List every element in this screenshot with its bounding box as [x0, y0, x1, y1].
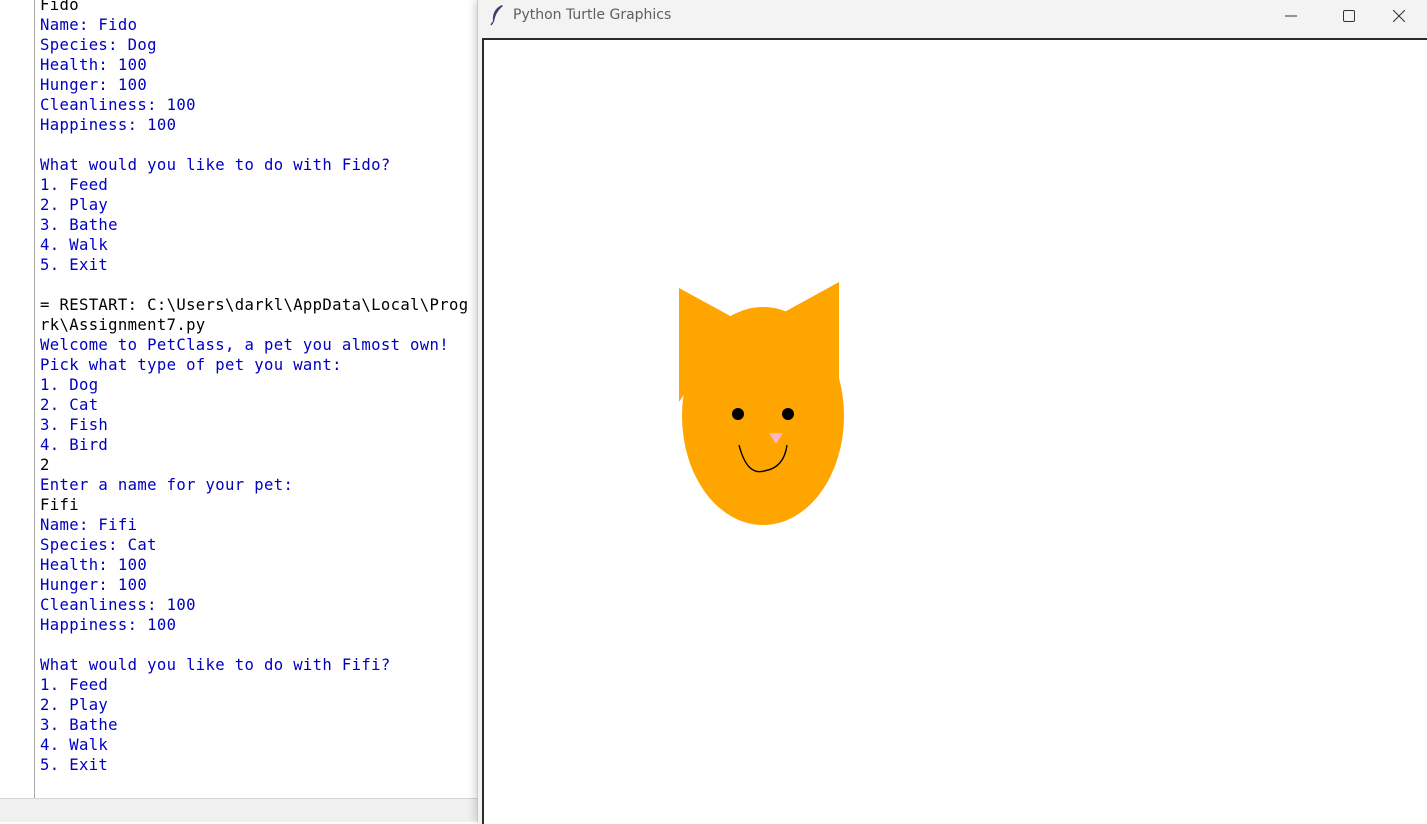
python-shell-window: Fido Name: Fido Species: Dog Health: 100 Hun…: [0, 0, 478, 822]
left-eye: [732, 408, 744, 420]
shell-line: 3. Bathe: [40, 716, 118, 734]
shell-line: Species: Cat: [40, 536, 157, 554]
shell-line: Cleanliness: 100: [40, 96, 196, 114]
shell-line: Happiness: 100: [40, 116, 177, 134]
close-button[interactable]: [1376, 0, 1422, 31]
shell-line: 2: [40, 456, 50, 474]
status-bar: [0, 798, 478, 822]
line-gutter: [0, 0, 35, 798]
shell-line: Hunger: 100: [40, 76, 148, 94]
shell-line: 1. Dog: [40, 376, 99, 394]
shell-line: 4. Bird: [40, 436, 109, 454]
shell-line: 4. Walk: [40, 736, 109, 754]
shell-line: Name: Fifi: [40, 516, 138, 534]
feather-icon: [488, 4, 508, 26]
shell-output[interactable]: Fido Name: Fido Species: Dog Health: 100 Hun…: [40, 0, 478, 795]
shell-line: 1. Feed: [40, 176, 109, 194]
shell-line: rk\Assignment7.py: [40, 316, 206, 334]
title-bar[interactable]: Python Turtle Graphics: [478, 0, 1427, 31]
shell-line: Fifi: [40, 496, 79, 514]
shell-line: 2. Play: [40, 196, 109, 214]
shell-line: Enter a name for your pet:: [40, 476, 294, 494]
shell-line: 2. Cat: [40, 396, 99, 414]
shell-line: 2. Play: [40, 696, 109, 714]
shell-line: Hunger: 100: [40, 576, 148, 594]
shell-line: Species: Dog: [40, 36, 157, 54]
minimize-icon: [1285, 15, 1297, 16]
shell-line: What would you like to do with Fifi?: [40, 656, 391, 674]
shell-line: 5. Exit: [40, 256, 109, 274]
shell-line: Health: 100: [40, 56, 148, 74]
shell-line: 3. Fish: [40, 416, 109, 434]
shell-line: 5. Exit: [40, 756, 109, 774]
right-eye: [782, 408, 794, 420]
turtle-canvas[interactable]: [482, 38, 1427, 824]
window-title: Python Turtle Graphics: [513, 7, 672, 23]
shell-line: What would you like to do with Fido?: [40, 156, 391, 174]
shell-line: Welcome to PetClass, a pet you almost ow…: [40, 336, 450, 354]
shell-line: 3. Bathe: [40, 216, 118, 234]
shell-line: Name: Fido: [40, 16, 138, 34]
shell-line: 4. Walk: [40, 236, 109, 254]
shell-line: 1. Feed: [40, 676, 109, 694]
shell-line: Health: 100: [40, 556, 148, 574]
minimize-button[interactable]: [1268, 0, 1314, 31]
shell-line: Pick what type of pet you want:: [40, 356, 342, 374]
shell-line: Fido: [40, 0, 79, 14]
shell-line: = RESTART: C:\Users\darkl\AppData\Local\…: [40, 296, 469, 314]
shell-line: Cleanliness: 100: [40, 596, 196, 614]
maximize-icon: [1343, 9, 1355, 22]
turtle-graphics-window: Python Turtle Graphics: [477, 0, 1427, 824]
cat-head: [682, 307, 844, 525]
maximize-button[interactable]: [1326, 0, 1372, 31]
close-icon: [1393, 9, 1405, 22]
shell-line: Happiness: 100: [40, 616, 177, 634]
cat-drawing: [679, 282, 844, 525]
